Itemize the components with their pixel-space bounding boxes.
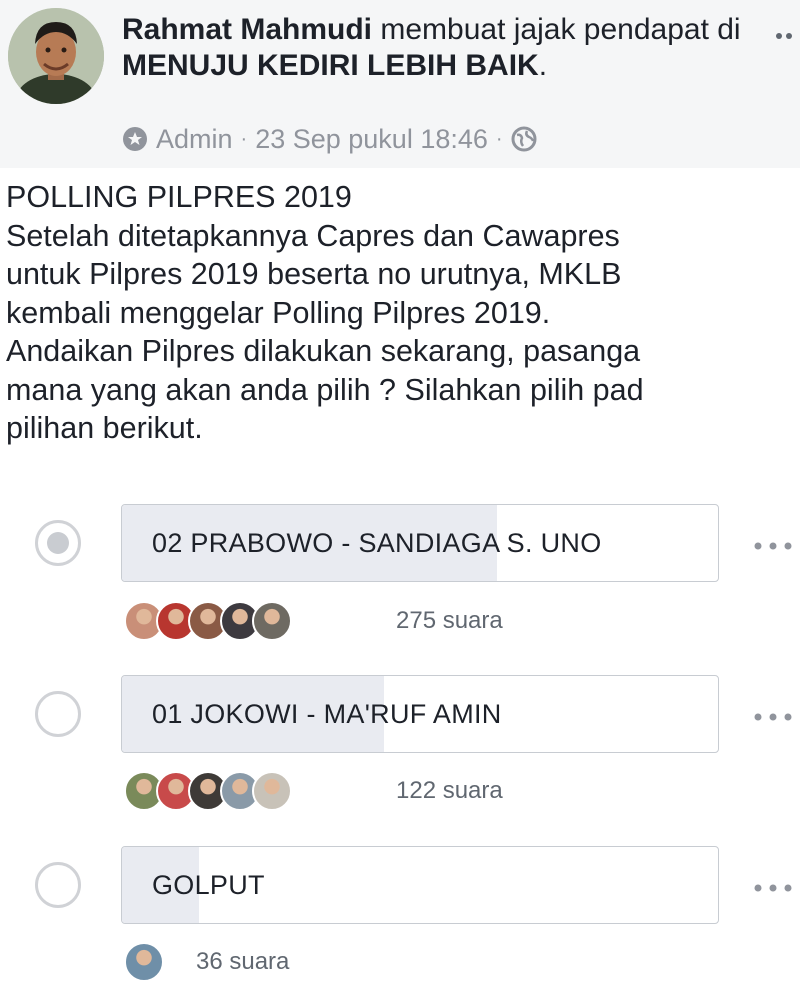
post-body-line: Setelah ditetapkannya Capres dan Cawapre…	[6, 218, 620, 253]
post-header: Rahmat Mahmudi membuat jajak pendapat di…	[0, 0, 800, 168]
voter-avatars[interactable]	[124, 942, 164, 982]
more-options-icon[interactable]	[776, 20, 796, 46]
poll-option-more-icon[interactable]	[754, 530, 792, 556]
globe-icon[interactable]	[511, 126, 537, 152]
group-name[interactable]: MENUJU KEDIRI LEBIH BAIK	[122, 49, 539, 82]
post-body-line: POLLING PILPRES 2019	[6, 180, 352, 214]
admin-badge-icon	[123, 127, 147, 151]
post-body-line: untuk Pilpres 2019 beserta no urutnya, M…	[6, 257, 622, 291]
poll-option-radio[interactable]	[35, 691, 81, 737]
poll-option-bar[interactable]: 02 PRABOWO - SANDIAGA S. UNO	[121, 504, 719, 582]
post-body-line: kembali menggelar Polling Pilpres 2019.	[6, 295, 551, 330]
post-body-line: pilihan berikut.	[6, 411, 203, 445]
poll-option-bar[interactable]: GOLPUT	[121, 846, 719, 924]
post-title: Rahmat Mahmudi membuat jajak pendapat di…	[122, 12, 752, 84]
meta-separator: ·	[240, 127, 248, 150]
voter-avatars[interactable]	[124, 771, 292, 811]
vote-count[interactable]: 36 suara	[196, 942, 289, 982]
poll-option-label: 01 JOKOWI - MA'RUF AMIN	[152, 698, 502, 729]
post-meta: Admin · 23 Sep pukul 18:46 ·	[122, 122, 537, 156]
poll-option-bar[interactable]: 01 JOKOWI - MA'RUF AMIN	[121, 675, 719, 753]
voter-avatar[interactable]	[252, 601, 292, 641]
vote-count[interactable]: 122 suara	[396, 771, 503, 811]
post-title-period: .	[538, 49, 548, 82]
post-body-line: Andaikan Pilpres dilakukan sekarang, pas…	[6, 334, 641, 368]
timestamp[interactable]: 23 Sep pukul 18:46	[255, 124, 488, 155]
vote-count[interactable]: 275 suara	[396, 601, 503, 641]
poll-option-label: 02 PRABOWO - SANDIAGA S. UNO	[152, 527, 602, 558]
author-name[interactable]: Rahmat Mahmudi	[122, 13, 372, 46]
poll-option-more-icon[interactable]	[754, 701, 792, 727]
author-avatar[interactable]	[8, 8, 104, 104]
voter-avatars[interactable]	[124, 601, 292, 641]
voter-avatar[interactable]	[252, 771, 292, 811]
post-body-line: mana yang akan anda pilih ? Silahkan pil…	[6, 372, 644, 407]
meta-separator-2: ·	[495, 127, 503, 150]
poll-option-label: GOLPUT	[152, 869, 265, 900]
poll-option-radio[interactable]	[35, 862, 81, 908]
role-label: Admin	[156, 123, 233, 154]
author-avatar-image	[8, 8, 104, 104]
voter-avatar[interactable]	[124, 942, 164, 982]
poll-option-more-icon[interactable]	[754, 872, 792, 898]
poll-option-radio[interactable]	[35, 520, 81, 566]
post-body: POLLING PILPRES 2019 Setelah ditetapkanny…	[6, 178, 800, 448]
post-action-text: membuat jajak pendapat di	[372, 13, 741, 46]
